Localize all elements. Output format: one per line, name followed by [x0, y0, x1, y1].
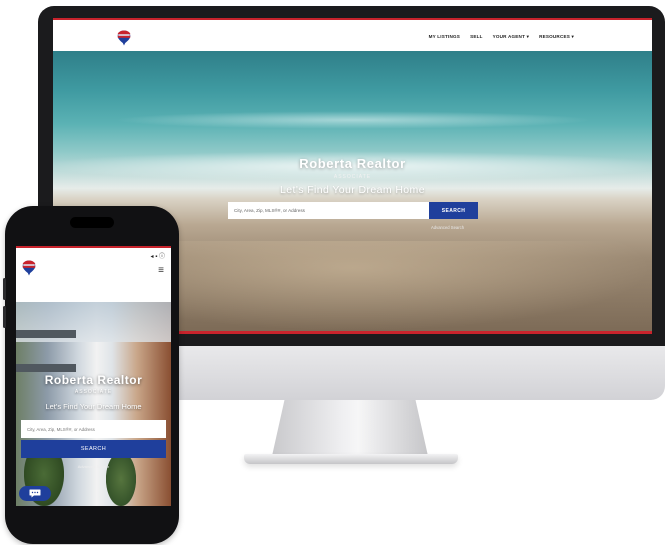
advanced-search-link[interactable]: Advanced Search [16, 464, 171, 469]
search-input[interactable] [21, 420, 166, 438]
hero-wave-foam [113, 111, 593, 129]
building-balcony [16, 330, 76, 338]
phone-notch [70, 217, 114, 228]
nav-resources[interactable]: RESOURCES ▾ [539, 34, 574, 40]
hero-title: Roberta Realtor [299, 156, 406, 171]
search-button[interactable]: SEARCH [21, 440, 166, 458]
volume-button [3, 306, 6, 328]
desktop-nav: MY LISTINGS SELL YOUR AGENT ▾ RESOURCES … [429, 34, 574, 40]
hero-title: Roberta Realtor [44, 373, 143, 387]
monitor-stand [272, 400, 428, 456]
chevron-down-icon: ▾ [571, 34, 574, 39]
volume-button [3, 278, 6, 300]
hero-tagline: Let's Find Your Dream Home [45, 402, 142, 411]
monitor-stand-base [244, 454, 458, 464]
hero-tagline: Let's Find Your Dream Home [280, 184, 425, 196]
mobile-screen: ◂ ▪ ⓘ ≡ Roberta Realtor ASSOCIATE Let's … [16, 246, 171, 506]
nav-your-agent-label: YOUR AGENT [492, 34, 526, 39]
balloon-logo-icon[interactable] [22, 260, 36, 281]
balloon-logo-icon[interactable] [117, 30, 131, 51]
desktop-header: MY LISTINGS SELL YOUR AGENT ▾ RESOURCES … [53, 18, 652, 51]
hamburger-menu-icon[interactable]: ≡ [158, 266, 164, 276]
nav-my-listings[interactable]: MY LISTINGS [429, 34, 460, 40]
nav-resources-label: RESOURCES [539, 34, 570, 39]
nav-your-agent[interactable]: YOUR AGENT ▾ [493, 34, 529, 40]
hero-subtitle: ASSOCIATE [333, 174, 372, 180]
advanced-search-link[interactable]: Advanced Search [431, 225, 464, 230]
chat-bubble-icon[interactable] [19, 486, 51, 501]
search-button[interactable]: SEARCH [429, 202, 478, 219]
hero-subtitle: ASSOCIATE [74, 389, 113, 395]
mobile-header: ◂ ▪ ⓘ ≡ [16, 246, 171, 300]
search-input[interactable] [228, 202, 429, 219]
chevron-down-icon: ▾ [526, 34, 530, 39]
status-icons: ◂ ▪ ⓘ [150, 254, 165, 260]
building-balcony [16, 364, 76, 372]
nav-sell[interactable]: SELL [470, 34, 483, 40]
hero-tree [106, 452, 136, 506]
